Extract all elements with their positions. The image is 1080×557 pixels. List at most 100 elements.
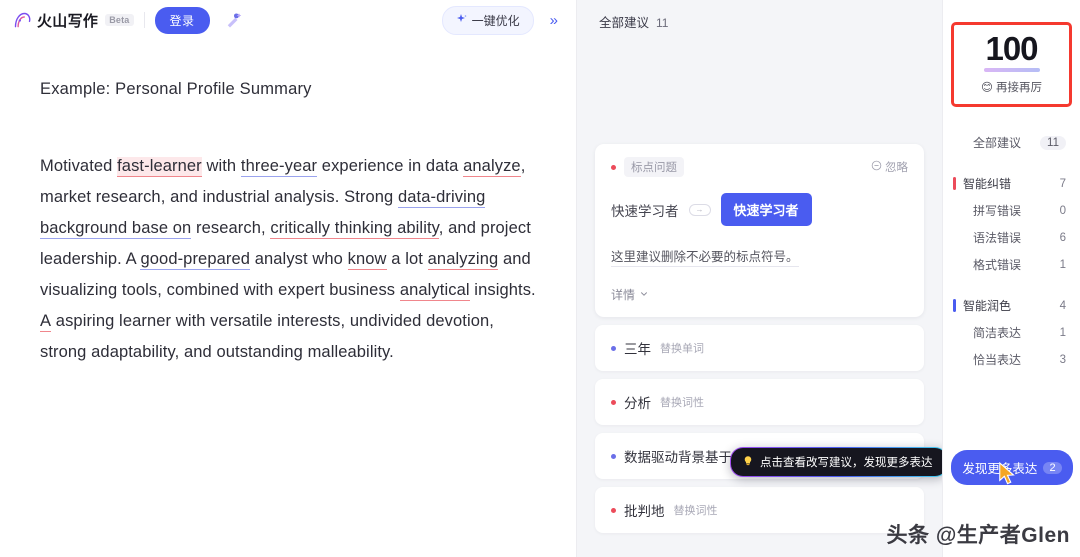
category-bar-icon [953,136,956,149]
category-bar-icon [953,177,956,190]
category-name: 语法错误 [973,231,1022,245]
category-separator [943,156,1080,170]
document-editor[interactable]: Example: Personal Profile Summary Motiva… [0,40,576,368]
suggestion-card-header: 标点问题 忽略 [611,157,908,177]
sparkle-icon [456,13,468,28]
severity-dot-icon [611,507,616,513]
suggestion-description: 这里建议删除不必要的标点符号。 [611,246,799,267]
sidebar-item-appropriate[interactable]: 恰当表达 3 [943,346,1080,373]
collapse-panel-button[interactable]: » [542,11,566,30]
category-name: 全部建议 [973,136,1022,150]
sidebar-item-spelling[interactable]: 拼写错误 0 [943,197,1080,224]
suggestion-details-toggle[interactable]: 详情 [611,286,908,303]
category-list: 全部建议 11 智能纠错 7 拼写错误 0 语法错误 6 格式错误 1 智能润色… [943,129,1080,373]
flagged-text-run[interactable]: critically thinking ability [270,219,439,239]
flagged-text-run[interactable]: analyzing [427,250,499,270]
one-click-optimize-button[interactable]: 一键优化 [441,5,534,35]
document-title: Example: Personal Profile Summary [40,80,312,98]
discover-more-expressions-button[interactable]: 发现更多表达 2 [951,450,1073,485]
category-name: 智能润色 [963,299,1012,313]
beta-badge: Beta [105,14,134,26]
list-item-tag: 替换词性 [660,397,704,409]
suggestion-list: 三年 替换单词 分析 替换词性 数据驱动背景基于 替换词性 批判地 替换词性 [577,325,942,533]
flagged-text-run[interactable]: analytical [399,281,470,301]
discover-count: 2 [1043,461,1062,474]
flagged-text-run[interactable]: good-prepared [140,250,251,270]
category-bar-icon [953,353,956,366]
list-item[interactable]: 批判地 替换词性 [595,487,924,533]
smile-emoji-icon: 😊 [981,82,993,94]
lightbulb-icon [742,455,754,470]
document-paragraph[interactable]: Motivated fast-learner with three-year e… [40,151,536,368]
score-highlight-box: 100 😊 再接再厉 [951,22,1072,107]
category-count: 1 [1059,258,1066,271]
circle-minus-icon [871,160,882,174]
category-count: 6 [1059,231,1066,244]
category-name: 拼写错误 [973,204,1022,218]
ignore-button[interactable]: 忽略 [871,159,908,175]
score-value: 100 [985,30,1038,67]
top-toolbar: 火山写作 Beta 登录 一键优化 » [0,0,576,40]
category-bar-icon [953,326,956,339]
flagged-text-run[interactable]: A [40,312,52,332]
apply-replacement-button[interactable]: 快速学习者 [720,193,812,226]
suggestions-pane: 全部建议 11 标点问题 忽略 快速学习者 → 快速学习者 这里建议删除不必要的… [577,0,942,557]
score-underline-decoration [983,68,1040,72]
discover-label: 发现更多表达 [962,462,1038,476]
text-run: experience in data [317,157,464,175]
magic-wand-icon[interactable] [220,7,246,33]
severity-dot-icon [611,399,616,405]
list-item-word: 批判地 [624,504,665,519]
text-run: research, [191,219,271,237]
suggestion-card-active[interactable]: 标点问题 忽略 快速学习者 → 快速学习者 这里建议删除不必要的标点符号。 详情 [595,144,924,317]
optimize-label: 一键优化 [471,13,520,28]
list-item-tag: 替换词性 [673,505,718,517]
category-count: 0 [1059,204,1066,217]
category-count: 4 [1059,299,1066,312]
sidebar-item-correction[interactable]: 智能纠错 7 [943,170,1080,197]
ignore-label: 忽略 [885,162,908,174]
category-name: 智能纠错 [963,177,1012,191]
category-bar-icon [953,258,956,271]
suggestions-header-label: 全部建议 [599,16,650,30]
list-item[interactable]: 三年 替换单词 [595,325,924,371]
flagged-text-run[interactable]: fast-learner [117,157,202,177]
list-item-word: 三年 [624,342,651,357]
sidebar-item-all[interactable]: 全部建议 11 [943,129,1080,156]
toolbar-divider [143,12,145,28]
category-name: 恰当表达 [973,353,1022,367]
sidebar-item-concise[interactable]: 简洁表达 1 [943,319,1080,346]
sidebar-item-polish[interactable]: 智能润色 4 [943,292,1080,319]
score-label: 😊 再接再厉 [954,79,1069,95]
suggestions-header-count: 11 [656,16,669,30]
flagged-text-run[interactable]: know [347,250,387,270]
list-item-word: 分析 [624,396,651,411]
tooltip-text: 点击查看改写建议，发现更多表达 [760,457,933,469]
flagged-text-run[interactable]: three-year [240,157,318,177]
flagged-text-run[interactable]: analyze [463,157,521,177]
brand-name: 火山写作 [37,12,99,30]
category-count: 1 [1059,326,1066,339]
brand-logo[interactable]: 火山写作 Beta [12,10,134,31]
category-count: 7 [1059,177,1066,190]
text-run: Motivated [40,157,118,175]
list-item[interactable]: 分析 替换词性 [595,379,924,425]
category-bar-icon [953,204,956,217]
app-root: 火山写作 Beta 登录 一键优化 » Example: Personal Pr… [0,0,1080,557]
rewrite-hint-tooltip: 点击查看改写建议，发现更多表达 [730,447,942,477]
suggestion-replacement-row: 快速学习者 → 快速学习者 [611,193,908,226]
suggestions-header: 全部建议 11 [577,0,942,31]
volcano-logo-icon [12,10,33,31]
chevron-down-icon [639,288,649,302]
watermark: 头条 @生产者Glen [886,524,1070,547]
score-label-text: 再接再厉 [996,82,1042,94]
suggestion-type-tag: 标点问题 [624,157,684,177]
category-count: 11 [1040,135,1066,150]
category-name: 简洁表达 [973,326,1022,340]
login-button[interactable]: 登录 [154,6,210,34]
text-run: insights. [469,281,536,299]
text-run: aspiring learner with versatile interest… [40,312,494,361]
sidebar-item-grammar[interactable]: 语法错误 6 [943,224,1080,251]
category-bar-icon [953,299,956,312]
sidebar-item-format[interactable]: 格式错误 1 [943,251,1080,278]
